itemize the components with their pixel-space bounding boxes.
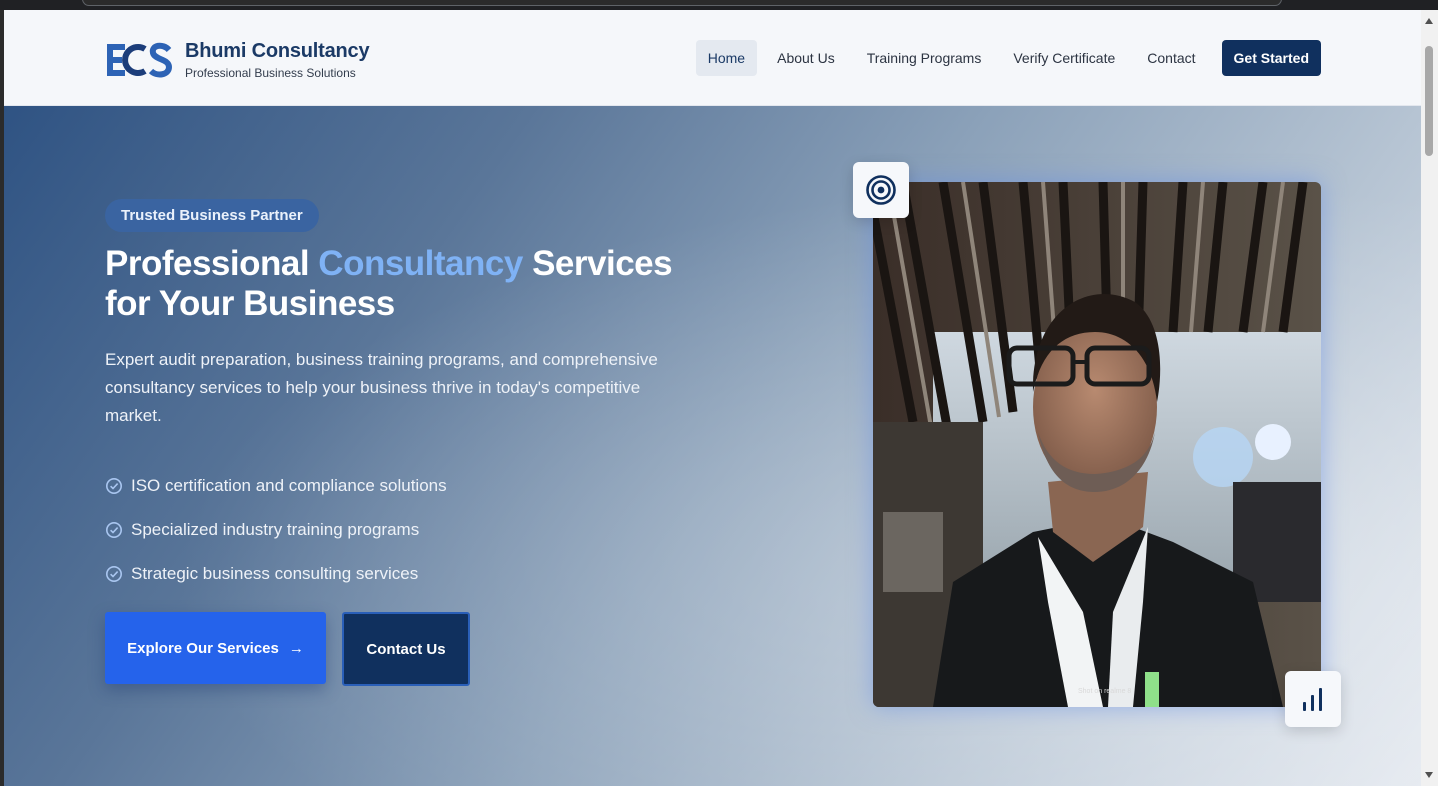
scroll-up-icon[interactable] bbox=[1425, 18, 1433, 24]
address-bar[interactable] bbox=[82, 0, 1282, 6]
check-circle-icon bbox=[106, 478, 122, 494]
photo-watermark: Shot on realme 8 bbox=[1078, 688, 1131, 695]
target-card bbox=[853, 162, 909, 218]
nav-verify-certificate[interactable]: Verify Certificate bbox=[1001, 40, 1127, 76]
hero-description: Expert audit preparation, business train… bbox=[105, 350, 658, 425]
explore-services-button[interactable]: Explore Our Services → bbox=[105, 612, 326, 684]
page-scrollbar[interactable] bbox=[1421, 10, 1438, 786]
feature-item: Specialized industry training programs bbox=[105, 508, 447, 552]
nav-home[interactable]: Home bbox=[695, 40, 758, 76]
logo[interactable]: Bhumi Consultancy Professional Business … bbox=[105, 40, 370, 80]
logo-mark bbox=[105, 41, 173, 79]
check-circle-icon bbox=[106, 566, 122, 582]
scroll-thumb[interactable] bbox=[1425, 46, 1433, 156]
scroll-down-icon[interactable] bbox=[1425, 772, 1433, 778]
arrow-right-icon: → bbox=[288, 639, 304, 657]
nav-contact[interactable]: Contact bbox=[1135, 40, 1207, 76]
main-nav: Home About Us Training Programs Verify C… bbox=[688, 40, 1321, 76]
site-header: Bhumi Consultancy Professional Business … bbox=[4, 10, 1421, 106]
get-started-button[interactable]: Get Started bbox=[1221, 40, 1321, 76]
hero-section: Trusted Business Partner Professional Co… bbox=[4, 106, 1421, 786]
brand-tagline: Professional Business Solutions bbox=[185, 66, 356, 80]
brand-name: Bhumi Consultancy bbox=[185, 40, 370, 62]
hero-title: Professional Consultancy Services for Yo… bbox=[105, 244, 673, 323]
feature-item: Strategic business consulting services bbox=[105, 552, 447, 596]
feature-list: ISO certification and compliance solutio… bbox=[105, 464, 447, 596]
page-viewport: Bhumi Consultancy Professional Business … bbox=[4, 10, 1421, 786]
hero-title-accent: Consultancy bbox=[318, 244, 523, 283]
nav-about-us[interactable]: About Us bbox=[765, 40, 847, 76]
trusted-badge: Trusted Business Partner bbox=[105, 199, 319, 232]
contact-us-button[interactable]: Contact Us bbox=[342, 612, 470, 686]
browser-chrome bbox=[0, 0, 1438, 10]
nav-training-programs[interactable]: Training Programs bbox=[855, 40, 994, 76]
target-icon bbox=[866, 175, 896, 205]
consultant-photo: Shot on realme 8 bbox=[873, 182, 1321, 707]
feature-item: ISO certification and compliance solutio… bbox=[105, 464, 447, 508]
chart-card bbox=[1285, 671, 1341, 727]
check-circle-icon bbox=[106, 522, 122, 538]
bar-chart-icon bbox=[1303, 688, 1322, 711]
